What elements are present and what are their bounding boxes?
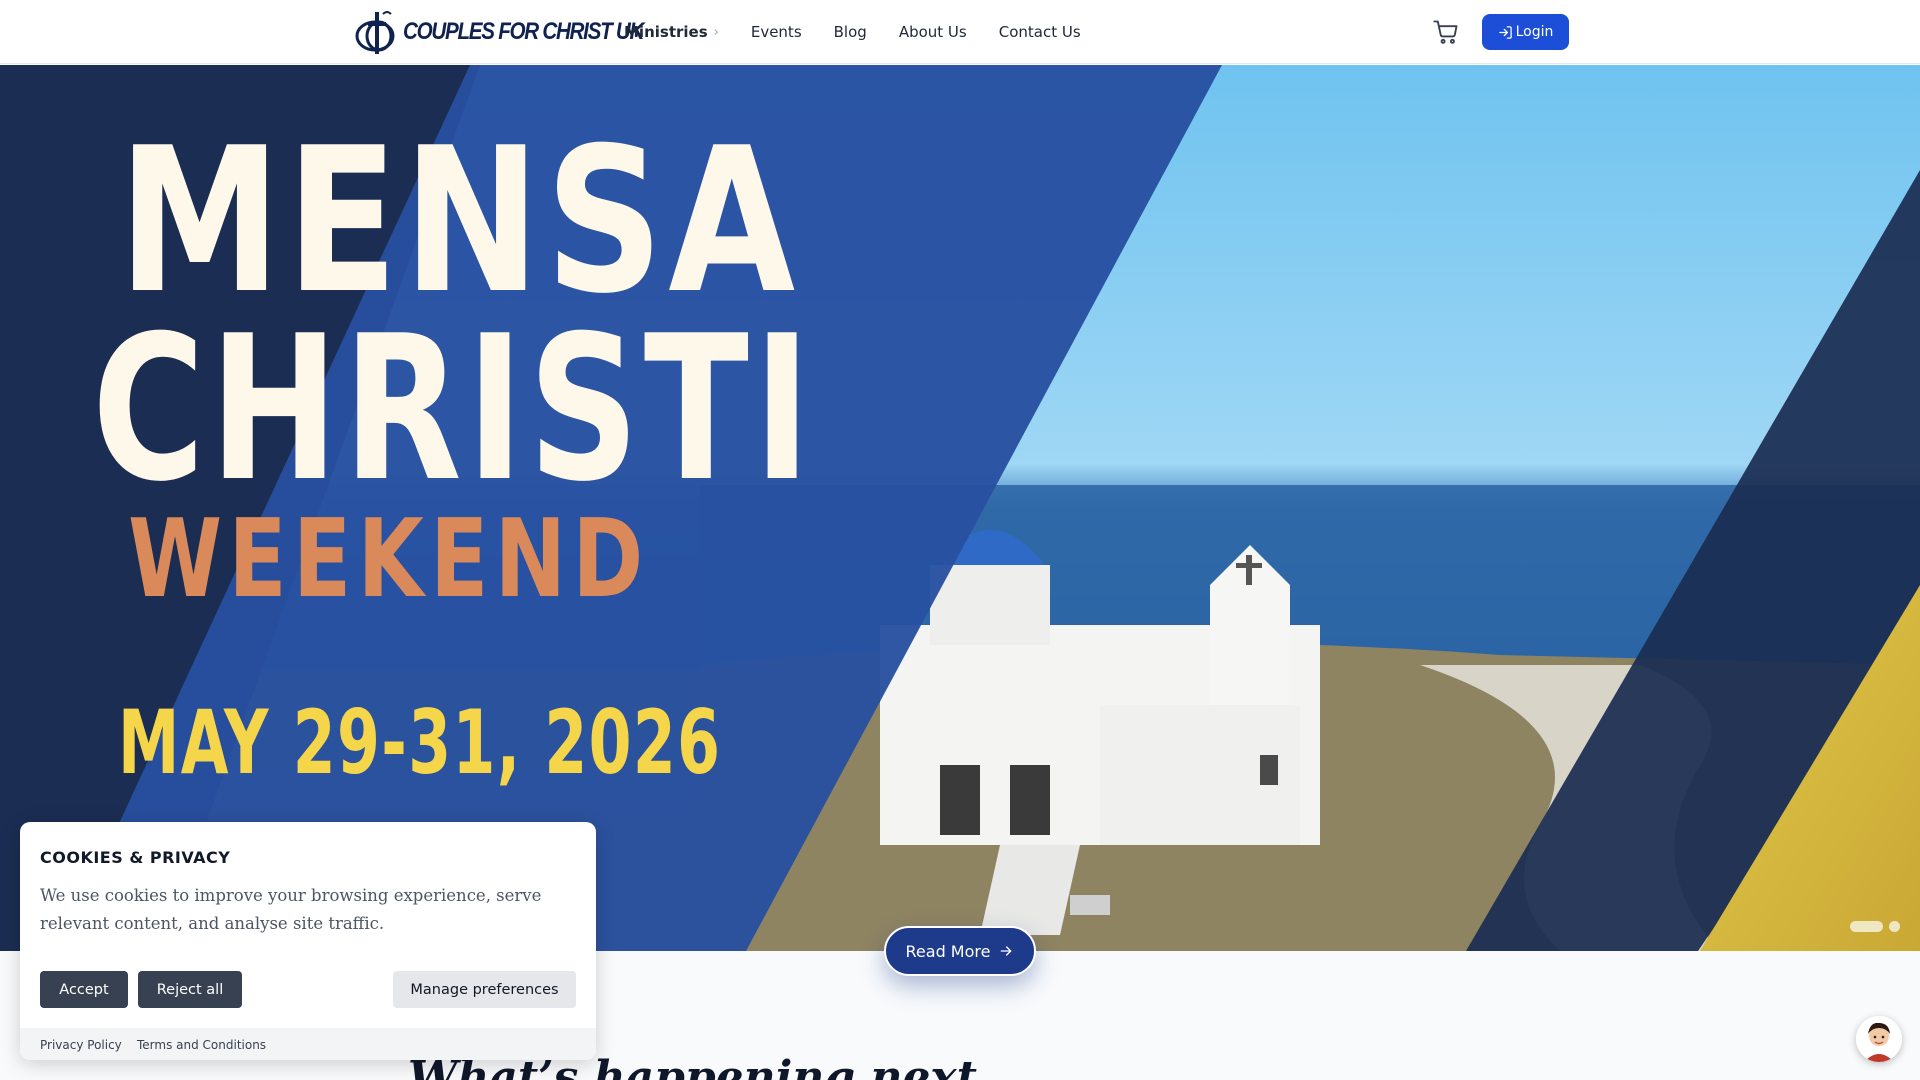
login-button[interactable]: Login xyxy=(1482,14,1569,50)
carousel-dots xyxy=(1850,921,1900,932)
arrow-right-icon xyxy=(1001,946,1012,956)
read-more-button[interactable]: Read More xyxy=(884,926,1036,976)
chat-avatar[interactable] xyxy=(1856,1016,1902,1062)
terms-link[interactable]: Terms and Conditions xyxy=(137,1038,266,1052)
chevron-right-icon: › xyxy=(713,24,719,40)
privacy-policy-link[interactable]: Privacy Policy xyxy=(40,1038,122,1052)
hero-event-date: MAY 29-31, 2026 xyxy=(118,691,722,794)
main-nav: Ministries › Events Blog About Us Contac… xyxy=(624,0,1113,64)
hero-title-line-2: CHRISTI xyxy=(92,293,816,526)
nav-ministries[interactable]: Ministries › xyxy=(624,23,719,41)
cookie-title: COOKIES & PRIVACY xyxy=(40,848,231,867)
nav-contact-us[interactable]: Contact Us xyxy=(999,23,1081,41)
site-header: COUPLES FOR CHRIST UK Ministries › Event… xyxy=(0,0,1920,64)
cookie-banner: COOKIES & PRIVACY We use cookies to impr… xyxy=(20,822,596,1060)
cookie-text: We use cookies to improve your browsing … xyxy=(40,886,542,933)
cross-logo-icon xyxy=(355,11,395,54)
login-icon xyxy=(1498,25,1512,39)
person-avatar-icon xyxy=(1856,1016,1902,1062)
cart-icon[interactable] xyxy=(1432,18,1460,46)
nav-about-us[interactable]: About Us xyxy=(899,23,967,41)
accept-cookies-button[interactable]: Accept xyxy=(40,971,128,1008)
carousel-dot[interactable] xyxy=(1889,921,1900,932)
nav-blog[interactable]: Blog xyxy=(834,23,867,41)
logo-text: COUPLES FOR CHRIST UK xyxy=(403,18,644,45)
nav-ministries-label: Ministries xyxy=(624,23,708,41)
nav-events[interactable]: Events xyxy=(751,23,802,41)
carousel-dot-active[interactable] xyxy=(1850,921,1883,932)
hero-carousel[interactable]: MENSA CHRISTI WEEKEND MAY 29-31, 2026 xyxy=(0,65,1920,951)
login-label: Login xyxy=(1515,24,1554,40)
manage-preferences-button[interactable]: Manage preferences xyxy=(393,971,576,1008)
cookie-footer: Privacy Policy Terms and Conditions xyxy=(20,1028,596,1060)
hero-title-line-3: WEEKEND xyxy=(128,497,650,622)
reject-all-button[interactable]: Reject all xyxy=(138,971,242,1008)
read-more-label: Read More xyxy=(905,941,991,961)
